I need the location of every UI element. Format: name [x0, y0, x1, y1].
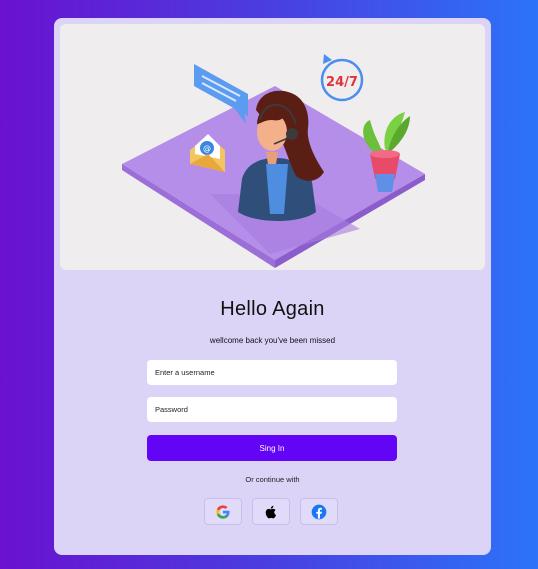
- facebook-icon: [311, 504, 327, 519]
- hero-illustration: @ 24/7: [60, 24, 485, 270]
- svg-text:24/7: 24/7: [326, 75, 358, 90]
- google-login-button[interactable]: [204, 498, 242, 525]
- facebook-login-button[interactable]: [300, 498, 338, 525]
- support-24-7-icon: 24/7: [320, 54, 364, 102]
- login-card: @ 24/7 Hello Again wellcome back you've …: [54, 18, 491, 555]
- support-agent-illustration: @ 24/7: [122, 54, 425, 268]
- apple-icon: [265, 505, 276, 518]
- username-input[interactable]: [147, 360, 397, 385]
- svg-text:@: @: [203, 144, 211, 153]
- sign-in-button[interactable]: Sing In: [147, 435, 397, 461]
- apple-login-button[interactable]: [252, 498, 290, 525]
- continue-with-label: Or continue with: [245, 475, 300, 484]
- page-subtitle: wellcome back you've been missed: [209, 336, 336, 345]
- password-input[interactable]: [147, 397, 397, 422]
- google-icon: [216, 504, 230, 519]
- page-title: Hello Again: [220, 298, 325, 320]
